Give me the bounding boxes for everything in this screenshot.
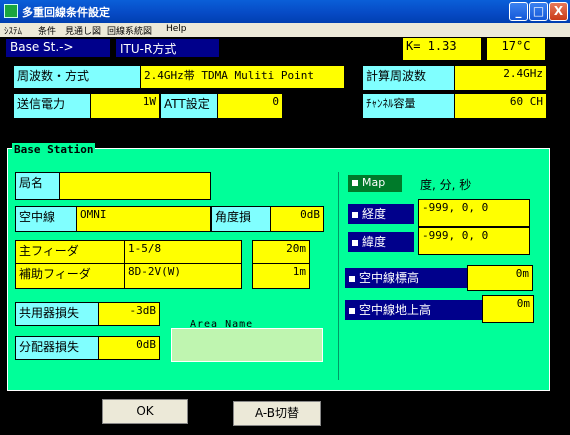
- checkbox-icon: [352, 211, 358, 218]
- duplexer-loss-value[interactable]: -3dB: [98, 302, 160, 326]
- duplexer-loss-label: 共用器損失: [15, 302, 99, 326]
- calc-frequency-label: 計算周波数: [362, 65, 455, 91]
- att-setting-label: ATT設定: [160, 93, 218, 119]
- checkbox-icon: [352, 239, 358, 246]
- menu-system[interactable]: ｼｽﾃﾑ: [4, 24, 22, 37]
- k-value: K= 1.33: [402, 37, 482, 61]
- angle-loss-value[interactable]: 0dB: [270, 206, 324, 232]
- checkbox-icon: [349, 275, 355, 282]
- aux-feeder-type[interactable]: 8D-2V(W): [124, 263, 242, 289]
- main-feeder-length[interactable]: 20m: [252, 240, 310, 264]
- maximize-button[interactable]: □: [529, 2, 548, 21]
- att-setting-value[interactable]: 0: [217, 93, 283, 119]
- aux-feeder-length[interactable]: 1m: [252, 263, 310, 289]
- menu-circuit-diagram[interactable]: 回線系統図: [107, 24, 152, 37]
- station-name-input[interactable]: [59, 172, 211, 200]
- latitude-label: 緯度: [362, 235, 387, 249]
- menu-line-of-sight[interactable]: 見通し図: [65, 24, 101, 37]
- ab-switch-button[interactable]: A-B切替: [233, 401, 321, 426]
- base-station-title: Base Station: [12, 143, 96, 156]
- tx-power-label: 送信電力: [13, 93, 91, 119]
- antenna-elevation-label: 空中線標高: [359, 271, 420, 285]
- longitude-label: 経度: [362, 207, 387, 221]
- checkbox-icon: [349, 307, 355, 314]
- checkbox-icon: [352, 180, 358, 186]
- latitude-value[interactable]: -999, 0, 0: [418, 227, 530, 255]
- map-label: Map: [362, 176, 386, 189]
- map-checkbox[interactable]: Map: [348, 175, 402, 192]
- tx-power-value[interactable]: 1W: [90, 93, 160, 119]
- station-mode-button[interactable]: Base St.->: [6, 39, 110, 57]
- close-button[interactable]: X: [549, 2, 568, 21]
- frequency-method-value[interactable]: 2.4GHz帯 TDMA Muliti Point: [140, 65, 345, 89]
- dms-label: 度, 分, 秒: [420, 178, 472, 192]
- window-title: 多重回線条件設定: [22, 6, 110, 19]
- antenna-height-checkbox[interactable]: 空中線地上高: [345, 300, 483, 320]
- antenna-elevation-value[interactable]: 0m: [467, 265, 533, 291]
- antenna-value[interactable]: OMNI: [76, 206, 211, 232]
- app-icon: [4, 4, 18, 18]
- ok-button[interactable]: OK: [102, 399, 188, 424]
- menu-help[interactable]: Help: [166, 24, 187, 34]
- temperature-value: 17°C: [486, 37, 546, 61]
- latitude-checkbox[interactable]: 緯度: [348, 232, 414, 252]
- antenna-label: 空中線: [15, 206, 77, 232]
- panel-divider: [338, 172, 339, 380]
- calc-frequency-value: 2.4GHz: [454, 65, 547, 91]
- frequency-method-label: 周波数・方式: [13, 65, 141, 89]
- station-name-label: 局名: [15, 172, 60, 200]
- channel-capacity-value[interactable]: 60 CH: [454, 93, 547, 119]
- angle-loss-label: 角度損: [211, 206, 271, 232]
- method-display[interactable]: ITU-R方式: [116, 39, 219, 57]
- main-feeder-label: 主フィーダ: [15, 240, 125, 264]
- area-name-input[interactable]: [171, 328, 323, 362]
- antenna-height-value[interactable]: 0m: [482, 295, 534, 323]
- main-feeder-type[interactable]: 1-5/8: [124, 240, 242, 264]
- aux-feeder-label: 補助フィーダ: [15, 263, 125, 289]
- divider-loss-value[interactable]: 0dB: [98, 336, 160, 360]
- menu-conditions[interactable]: 条件: [38, 24, 56, 37]
- antenna-height-label: 空中線地上高: [359, 303, 432, 317]
- antenna-elevation-checkbox[interactable]: 空中線標高: [345, 268, 467, 288]
- longitude-value[interactable]: -999, 0, 0: [418, 199, 530, 227]
- divider-loss-label: 分配器損失: [15, 336, 99, 360]
- menu-bar: ｼｽﾃﾑ 条件 見通し図 回線系統図 Help: [0, 23, 570, 37]
- minimize-button[interactable]: _: [509, 2, 528, 21]
- longitude-checkbox[interactable]: 経度: [348, 204, 414, 224]
- channel-capacity-label: ﾁｬﾝﾈﾙ容量: [362, 93, 455, 119]
